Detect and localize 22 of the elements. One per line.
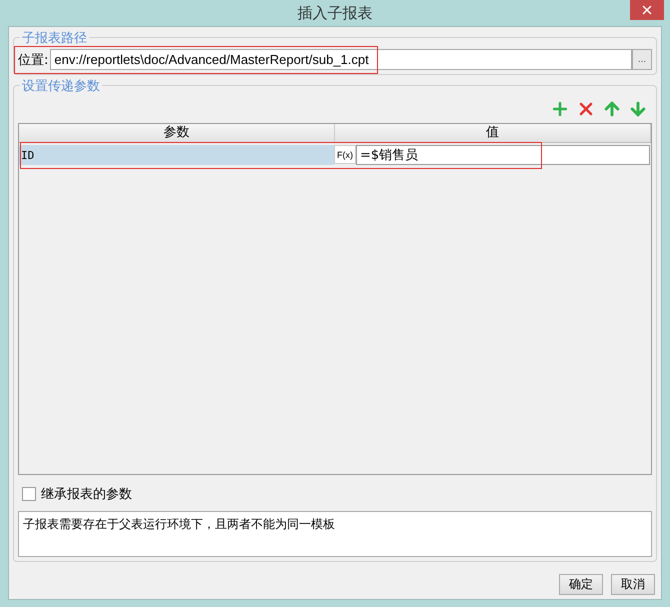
value-field[interactable]: =$销售员 xyxy=(356,145,650,165)
add-icon xyxy=(550,99,570,119)
field-label: 位置: xyxy=(18,52,48,68)
up-button[interactable] xyxy=(602,99,622,119)
close-icon xyxy=(640,3,654,17)
dialog-button[interactable]: 取消 xyxy=(611,574,655,595)
down-button[interactable] xyxy=(628,99,648,119)
checkbox-label: 继承报表的参数 xyxy=(41,486,132,503)
column-header: 值 xyxy=(335,124,651,142)
table-cell[interactable]: ID xyxy=(19,145,334,165)
column-header: 参数 xyxy=(19,124,335,142)
browse-button[interactable]: ... xyxy=(632,49,652,70)
group-legend: 子报表路径 xyxy=(20,29,89,47)
note-text: 子报表需要存在于父表运行环境下，且两者不能为同一模板 xyxy=(18,511,652,557)
path-field[interactable]: env://reportlets\doc/Advanced/MasterReport/sub_1.cpt xyxy=(50,49,632,70)
checkbox[interactable] xyxy=(22,487,36,501)
formula-button[interactable]: F(x) xyxy=(334,145,356,164)
group-legend: 设置传递参数 xyxy=(20,77,102,95)
window-title: 插入子报表 xyxy=(298,4,372,22)
dialog-button[interactable]: 确定 xyxy=(559,574,603,595)
close-button[interactable] xyxy=(630,0,664,20)
add-button[interactable] xyxy=(550,99,570,119)
